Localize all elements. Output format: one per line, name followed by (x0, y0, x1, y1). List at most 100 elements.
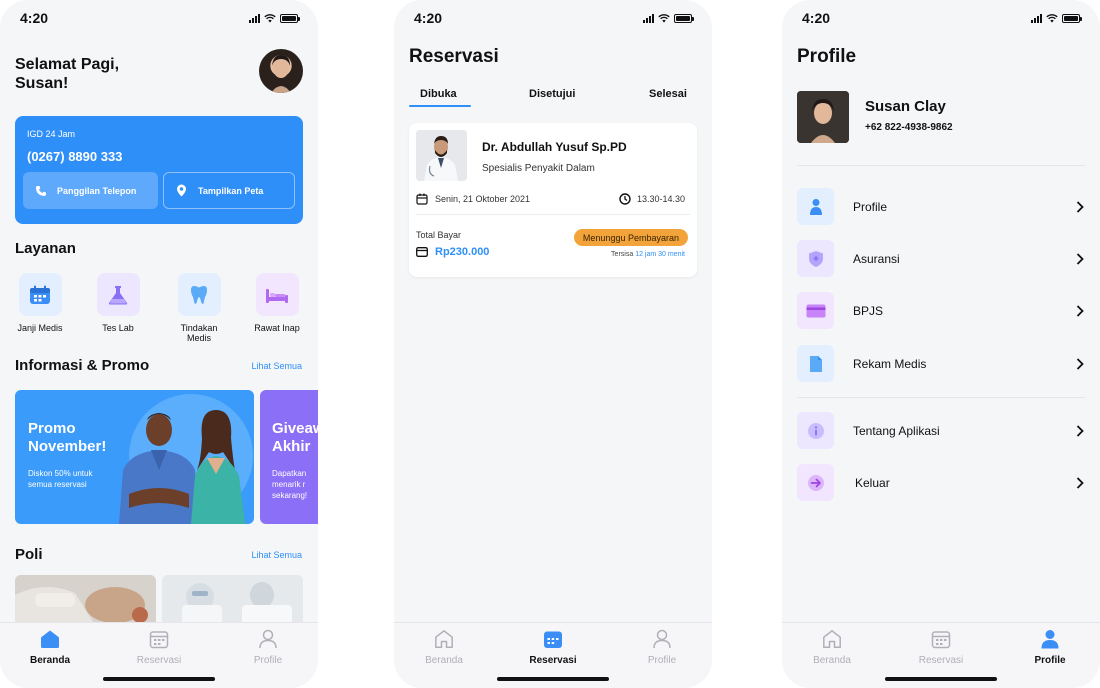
reservation-card[interactable]: Dr. Abdullah Yusuf Sp.PD Spesialis Penya… (409, 123, 697, 277)
service-label: Rawat Inap (254, 323, 300, 333)
wifi-icon (658, 13, 670, 22)
divider (797, 397, 1085, 398)
nav-label: Reservasi (136, 655, 182, 666)
tab-done[interactable]: Selesai (649, 88, 687, 100)
poli-title: Poli (15, 546, 43, 563)
remaining-time: Tersisa 12 jam 30 menit (611, 251, 685, 258)
emergency-phone: (0267) 8890 333 (27, 149, 123, 164)
document-icon (797, 345, 834, 382)
doctor-specialty: Spesialis Penyakit Dalam (482, 163, 595, 174)
nav-label: Profile (253, 655, 283, 666)
nav-profile[interactable]: Profile (622, 627, 702, 666)
menu-item-asuransi[interactable]: Asuransi (797, 240, 1087, 277)
status-time: 4:20 (802, 10, 831, 26)
reservation-date-text: Senin, 21 Oktober 2021 (435, 194, 531, 204)
divider (797, 165, 1085, 166)
service-rawat-inap[interactable]: Rawat Inap (247, 273, 307, 333)
lab-icon (96, 273, 140, 316)
menu-item-label: BPJS (853, 303, 884, 318)
avatar-image (271, 55, 291, 93)
profile-name: Susan Clay (865, 98, 946, 115)
services-title: Layanan (15, 240, 76, 257)
person-icon (1010, 627, 1090, 651)
status-bar: 4:20 (20, 10, 300, 26)
wifi-icon (264, 13, 276, 22)
nav-reservations[interactable]: Reservasi (513, 627, 593, 666)
reservation-time-text: 13.30-14.30 (636, 194, 685, 204)
chevron-right-icon (1073, 304, 1087, 317)
menu-item-label: Rekam Medis (853, 356, 927, 371)
avatar[interactable] (259, 49, 303, 93)
menu-item-tentang-aplikasi[interactable]: Tentang Aplikasi (797, 412, 1087, 449)
nav-home[interactable]: Beranda (792, 627, 872, 666)
nav-label: Profile (647, 655, 677, 666)
nav-reservations[interactable]: Reservasi (901, 627, 981, 666)
nav-home[interactable]: Beranda (404, 627, 484, 666)
calendar-icon (18, 273, 62, 316)
home-icon (10, 627, 90, 651)
bed-icon (255, 273, 299, 316)
promo-title-text: Giveaw Akhir (272, 420, 318, 455)
chevron-right-icon (1073, 357, 1087, 370)
page-title: Profile (797, 46, 857, 67)
poli-see-all-link[interactable]: Lihat Semua (251, 550, 302, 560)
promo-card-giveaway[interactable]: Giveaw Akhir Dapatkan menarik r sekarang… (260, 390, 318, 524)
home-icon (404, 627, 484, 651)
status-bar: 4:20 (414, 10, 694, 26)
nav-label: Beranda (29, 655, 70, 666)
poli-card[interactable] (15, 575, 156, 625)
wallet-icon (416, 247, 428, 257)
home-indicator (103, 677, 215, 681)
battery-icon (280, 13, 300, 23)
person-icon (228, 627, 308, 651)
signal-icon (249, 13, 260, 23)
emergency-card: IGD 24 Jam (0267) 8890 333 Panggilan Tel… (15, 116, 303, 224)
tab-approved[interactable]: Disetujui (529, 88, 575, 100)
avatar[interactable] (797, 91, 849, 143)
status-time: 4:20 (20, 10, 49, 26)
promo-description: Dapatkan menarik r sekarang! (272, 469, 308, 500)
nav-label: Beranda (425, 655, 463, 666)
info-icon (797, 412, 834, 449)
logout-icon (797, 464, 834, 501)
nav-label: Reservasi (529, 655, 577, 666)
chevron-right-icon (1073, 424, 1087, 437)
service-label: Tes Lab (102, 323, 134, 333)
calendar-icon (416, 193, 428, 205)
promo-description: Diskon 50% untuk semua reservasi (28, 469, 93, 489)
service-label: Tindakan Medis (180, 323, 218, 343)
profile-screen: 4:20 Profile Susan Clay +62 822-4938-986… (782, 0, 1100, 688)
promo-card-november[interactable]: Promo November! Diskon 50% untuk semua r… (15, 390, 254, 524)
service-tindakan-medis[interactable]: Tindakan Medis (169, 273, 229, 343)
service-janji-medis[interactable]: Janji Medis (10, 273, 70, 333)
menu-item-profile[interactable]: Profile (797, 188, 1087, 225)
nav-reservations[interactable]: Reservasi (119, 627, 199, 666)
poli-image (162, 575, 303, 625)
status-icons (249, 13, 300, 23)
emergency-label: IGD 24 Jam (27, 129, 76, 139)
greeting-name: Susan! (15, 75, 69, 92)
call-button[interactable]: Panggilan Telepon (23, 172, 158, 209)
reservation-date: Senin, 21 Oktober 2021 (416, 193, 530, 205)
menu-item-rekam-medis[interactable]: Rekam Medis (797, 345, 1087, 382)
nav-profile[interactable]: Profile (1010, 627, 1090, 666)
tab-open[interactable]: Dibuka (420, 88, 457, 100)
promo-title: Informasi & Promo (15, 357, 150, 374)
map-button[interactable]: Tampilkan Peta (163, 172, 295, 209)
service-tes-lab[interactable]: Tes Lab (88, 273, 148, 333)
nav-profile[interactable]: Profile (228, 627, 308, 666)
menu-item-label: Asuransi (853, 251, 900, 266)
menu-item-bpjs[interactable]: BPJS (797, 292, 1087, 329)
menu-item-keluar[interactable]: Keluar (797, 464, 1087, 501)
reservation-time: 13.30-14.30 (619, 193, 685, 205)
card-icon (797, 292, 834, 329)
nav-home[interactable]: Beranda (10, 627, 90, 666)
calendar-icon (901, 627, 981, 651)
nav-label: Reservasi (918, 655, 964, 666)
poli-card[interactable] (162, 575, 303, 625)
doctor-name: Dr. Abdullah Yusuf Sp.PD (482, 140, 627, 154)
promo-see-all-link[interactable]: Lihat Semua (251, 361, 302, 371)
profile-phone: +62 822-4938-9862 (865, 122, 953, 133)
menu-item-label: Profile (853, 199, 888, 214)
status-bar: 4:20 (802, 10, 1082, 26)
